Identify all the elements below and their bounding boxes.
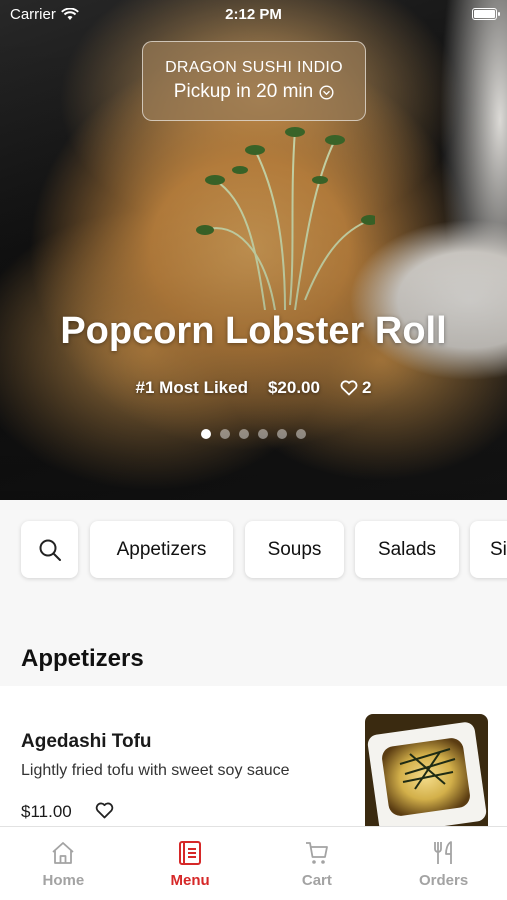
menu-item-price: $11.00 [21,802,72,821]
category-salads[interactable]: Salads [355,521,459,578]
menu-item-photo [365,714,488,839]
chevron-down-circle-icon [319,84,334,100]
featured-item-price: $20.00 [267,378,320,397]
battery-icon [472,8,500,20]
carousel-dot[interactable] [258,429,268,439]
carousel-dot[interactable] [220,429,230,439]
category-partial[interactable]: Si [470,521,507,578]
search-icon [39,539,61,561]
featured-item-title: Popcorn Lobster Roll [60,310,447,352]
fork-knife-icon [433,841,452,864]
home-icon [52,842,74,864]
cart-icon [305,842,328,864]
pickup-selector[interactable]: DRAGON SUSHI INDIO Pickup in 20 min [142,41,366,121]
menu-item-name: Agedashi Tofu [21,731,152,752]
likes-count[interactable]: 2 [340,378,371,398]
tab-home[interactable]: Home [0,827,127,900]
tab-orders[interactable]: Orders [380,827,507,900]
category-soups[interactable]: Soups [245,521,344,578]
tab-orders-label: Orders [419,872,469,889]
tab-cart-label: Cart [301,872,332,889]
tab-menu[interactable]: Menu [127,827,254,900]
carousel-dot[interactable] [201,429,211,439]
tab-bar: Home Menu Cart Orders [0,826,507,900]
likes-count-value: 2 [361,378,372,397]
tab-cart[interactable]: Cart [254,827,381,900]
featured-item-meta: #1 Most Liked $20.00 2 [0,378,507,398]
carousel-dot[interactable] [296,429,306,439]
heart-icon[interactable] [95,802,114,819]
menu-item-description: Lightly fried tofu with sweet soy sauce [21,762,290,779]
most-liked-badge: #1 Most Liked [135,378,248,397]
tab-home-label: Home [42,872,85,889]
pickup-time-label: Pickup in 20 min [173,81,314,102]
restaurant-name: DRAGON SUSHI INDIO [165,59,343,76]
section-title: Appetizers [21,645,144,672]
carousel-dot[interactable] [277,429,287,439]
category-appetizers[interactable]: Appetizers [90,521,233,578]
carousel-dot[interactable] [239,429,249,439]
status-bar: Carrier 2:12 PM [0,0,507,30]
tab-menu-label: Menu [170,872,210,889]
menu-icon [179,841,202,865]
category-bar[interactable]: Appetizers Soups Salads Si [0,500,507,600]
hero-banner[interactable]: Carrier 2:12 PM DRAGON SUSHI INDIO Picku… [0,0,507,500]
menu-item-card[interactable]: Agedashi Tofu Lightly fried tofu with sw… [0,686,507,839]
status-time: 2:12 PM [225,6,282,23]
heart-icon [340,380,358,396]
carousel-dots[interactable] [0,429,507,439]
search-button[interactable] [21,521,78,578]
